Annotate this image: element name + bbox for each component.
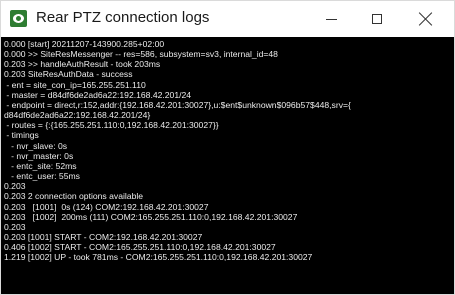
- close-button[interactable]: [403, 1, 449, 37]
- log-line: - ent = site_con_ip=165.255.251.110: [4, 79, 146, 90]
- log-line: - entc_user: 55ms: [4, 171, 80, 182]
- log-line: - entc_site: 52ms: [4, 160, 77, 171]
- minimize-icon: [325, 18, 337, 20]
- log-line: d84df6de2ad6a22:192.168.42.201/24}: [4, 110, 151, 121]
- log-line: 0.203 [1001] START - COM2:192.168.42.201…: [4, 231, 203, 242]
- title-bar[interactable]: Rear PTZ connection logs: [1, 1, 454, 37]
- log-line: - timings: [4, 130, 39, 141]
- minimize-button[interactable]: [308, 1, 354, 37]
- log-line: - nvr_slave: 0s: [4, 140, 68, 151]
- log-line: 0.000 >> SiteResMessenger -- res=586, su…: [4, 49, 278, 60]
- log-line: - routes = {:{165.255.251.110:0,192.168.…: [4, 120, 219, 131]
- log-line: 0.203: [4, 221, 26, 232]
- close-icon: [419, 12, 433, 26]
- log-line: - endpoint = direct,r:152,addr:{192.168.…: [4, 99, 351, 110]
- maximize-button[interactable]: [354, 1, 400, 37]
- log-line: 0.000 [start] 20211207-143900.285+02:00: [4, 39, 165, 49]
- log-line: - master = d84df6de2ad6a22:192.168.42.20…: [4, 89, 192, 100]
- log-line: 0.203 [1001] 0s (124) COM2:192.168.42.20…: [4, 201, 209, 212]
- log-window: Rear PTZ connection logs 0.000 [start] 2…: [0, 0, 455, 295]
- log-console[interactable]: 0.000 [start] 20211207-143900.285+02:00 …: [1, 37, 454, 294]
- log-line: 0.406 [1002] START - COM2:165.255.251.11…: [4, 242, 276, 253]
- log-line: 0.203 [1002] 200ms (111) COM2:165.255.25…: [4, 211, 298, 222]
- window-title: Rear PTZ connection logs: [36, 9, 210, 26]
- camera-app-icon: [10, 10, 27, 27]
- log-line: 0.203 2 connection options available: [4, 191, 144, 202]
- log-line: - nvr_master: 0s: [4, 150, 74, 161]
- log-line: 0.203 >> handleAuthResult - took 203ms: [4, 59, 161, 70]
- maximize-icon: [372, 14, 382, 24]
- log-line: 1.219 [1002] UP - took 781ms - COM2:165.…: [4, 252, 313, 263]
- log-line: 0.203 SiteResAuthData - success: [4, 69, 133, 80]
- log-line: 0.203: [4, 181, 26, 192]
